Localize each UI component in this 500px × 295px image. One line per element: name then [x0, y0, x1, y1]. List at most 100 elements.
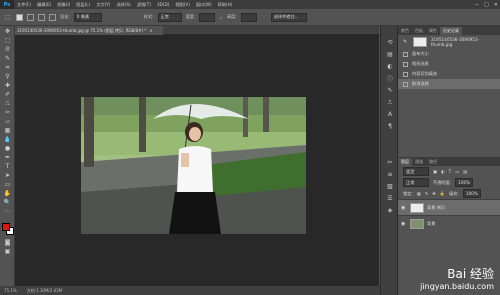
layer-name[interactable]: 背景: [427, 221, 435, 227]
filter-type-icon[interactable]: T: [449, 169, 452, 174]
close-tab-icon[interactable]: ×: [149, 28, 152, 33]
visibility-eye-icon[interactable]: ◉: [401, 221, 407, 227]
height-input[interactable]: [240, 12, 257, 22]
history-snapshot[interactable]: ✎ 3195140536-3090953-thumb.jpg: [398, 35, 500, 49]
add-selection-icon[interactable]: [27, 13, 34, 21]
menu-type[interactable]: 文字(Y): [93, 2, 113, 8]
quick-select-tool-icon[interactable]: ✎: [3, 55, 12, 62]
adjustments-panel-icon[interactable]: ◐: [385, 62, 395, 71]
type-tool-icon[interactable]: T: [3, 163, 12, 170]
menu-select[interactable]: 选择(S): [113, 2, 133, 8]
subtract-selection-icon[interactable]: [38, 13, 45, 21]
tab-channels[interactable]: 通道: [412, 158, 426, 166]
filter-shape-icon[interactable]: ▭: [455, 169, 459, 174]
tab-swatches[interactable]: 色板: [412, 27, 426, 35]
lock-all-icon[interactable]: 🔒: [440, 191, 445, 197]
width-input[interactable]: [199, 12, 216, 22]
move-tool-icon[interactable]: ✥: [3, 28, 12, 35]
style-select[interactable]: 正常: [157, 12, 182, 22]
filter-pixel-icon[interactable]: ▣: [433, 169, 437, 174]
lock-transparent-icon[interactable]: ▦: [417, 191, 421, 196]
quick-mask-icon[interactable]: ◙: [3, 239, 12, 246]
fill-input[interactable]: 100%: [462, 189, 481, 198]
stamp-tool-icon[interactable]: ⎍: [3, 100, 12, 107]
feather-input[interactable]: 0 像素: [73, 12, 102, 22]
history-brush-tool-icon[interactable]: ✑: [3, 109, 12, 116]
eyedropper-tool-icon[interactable]: ⚲: [3, 73, 12, 80]
layer-row[interactable]: ◉ 背景: [398, 215, 500, 231]
tab-history[interactable]: 历史记录: [440, 27, 462, 35]
pen-tool-icon[interactable]: ✒: [3, 154, 12, 161]
history-item-selected[interactable]: 取消选择: [398, 79, 500, 89]
eraser-tool-icon[interactable]: ▱: [3, 118, 12, 125]
character-panel-icon[interactable]: A: [385, 110, 395, 119]
3d-panel-icon[interactable]: ◈: [385, 206, 395, 215]
tab-properties[interactable]: 属性: [426, 27, 440, 35]
menu-3d[interactable]: 3D(D): [154, 2, 172, 7]
tab-color[interactable]: 颜色: [398, 27, 412, 35]
clone-panel-icon[interactable]: ⎍: [385, 98, 395, 107]
history-brush-source-icon[interactable]: ✎: [403, 39, 409, 45]
new-selection-icon[interactable]: [16, 13, 23, 21]
history-item[interactable]: 矩形选框: [398, 59, 500, 69]
menu-help[interactable]: 帮助(H): [215, 2, 236, 8]
layer-name[interactable]: 背景 拷贝: [427, 205, 445, 211]
marquee-tool-icon[interactable]: ⬚: [4, 14, 12, 21]
layer-comps-icon[interactable]: ▨: [385, 182, 395, 191]
tab-layers[interactable]: 图层: [398, 158, 412, 166]
menu-filter[interactable]: 滤镜(T): [134, 2, 154, 8]
lock-move-icon[interactable]: ✥: [432, 191, 436, 196]
history-item[interactable]: 内容识别填充: [398, 69, 500, 79]
glyphs-panel-icon[interactable]: ≡: [385, 170, 395, 179]
visibility-eye-icon[interactable]: ◉: [401, 205, 407, 211]
menu-window[interactable]: 窗口(W): [193, 2, 215, 8]
properties-panel-icon[interactable]: ▤: [385, 50, 395, 59]
crop-tool-icon[interactable]: ⌗: [3, 64, 12, 71]
brush-panel-icon[interactable]: ✎: [385, 86, 395, 95]
menu-file[interactable]: 文件(F): [14, 2, 34, 8]
gradient-tool-icon[interactable]: ▦: [3, 127, 12, 134]
brush-tool-icon[interactable]: ✐: [3, 91, 12, 98]
info-panel-icon[interactable]: ⓘ: [385, 74, 395, 83]
select-and-mask-button[interactable]: 选择并遮住...: [270, 12, 307, 22]
dodge-tool-icon[interactable]: ●: [3, 145, 12, 152]
history-step-icon: [403, 51, 408, 57]
swap-icon[interactable]: ⇄: [219, 15, 223, 20]
menu-view[interactable]: 视图(V): [172, 2, 193, 8]
filter-smart-icon[interactable]: ▤: [463, 169, 467, 174]
tab-paths[interactable]: 路径: [426, 158, 440, 166]
layer-row-selected[interactable]: ◉ 背景 拷贝: [398, 199, 500, 215]
menu-image[interactable]: 图像(I): [54, 2, 73, 8]
paragraph-panel-icon[interactable]: ¶: [385, 122, 395, 131]
more-tools-icon[interactable]: ⋯: [3, 208, 12, 215]
photo-canvas[interactable]: [81, 97, 306, 234]
history-item[interactable]: 画布大小: [398, 49, 500, 59]
hand-tool-icon[interactable]: ✋: [3, 190, 12, 197]
history-panel-icon[interactable]: ⟲: [385, 38, 395, 47]
lock-paint-icon[interactable]: ✎: [425, 191, 429, 196]
zoom-tool-icon[interactable]: 🔍: [3, 199, 12, 206]
layer-filter-select[interactable]: 类型: [403, 167, 429, 176]
lasso-tool-icon[interactable]: ᘓ: [3, 46, 12, 53]
blend-mode-select[interactable]: 正常: [403, 178, 429, 187]
close-window-button[interactable]: ✕: [494, 2, 498, 8]
tools-panel-icon[interactable]: ✂: [385, 158, 395, 167]
maximize-button[interactable]: □: [484, 2, 489, 8]
minimize-button[interactable]: −: [475, 2, 479, 8]
blur-tool-icon[interactable]: 💧: [3, 136, 12, 143]
marquee-tool-icon[interactable]: ⬚: [3, 37, 12, 44]
libraries-panel-icon[interactable]: ☰: [385, 194, 395, 203]
document-tab[interactable]: 3195140536-3090953-thumb.jpg @ 75.1% (图层…: [15, 26, 163, 35]
menu-layer[interactable]: 图层(L): [73, 2, 93, 8]
screen-mode-icon[interactable]: ▣: [3, 248, 12, 255]
filter-adjust-icon[interactable]: ◐: [441, 169, 445, 174]
foreground-color-swatch[interactable]: [2, 223, 10, 231]
opacity-input[interactable]: 100%: [455, 178, 474, 187]
healing-tool-icon[interactable]: ✚: [3, 82, 12, 89]
path-select-tool-icon[interactable]: ➤: [3, 172, 12, 179]
shape-tool-icon[interactable]: ▭: [3, 181, 12, 188]
intersect-selection-icon[interactable]: [49, 13, 56, 21]
zoom-level[interactable]: 75.1%: [4, 288, 17, 293]
canvas-area[interactable]: [15, 35, 379, 286]
menu-edit[interactable]: 编辑(E): [34, 2, 54, 8]
